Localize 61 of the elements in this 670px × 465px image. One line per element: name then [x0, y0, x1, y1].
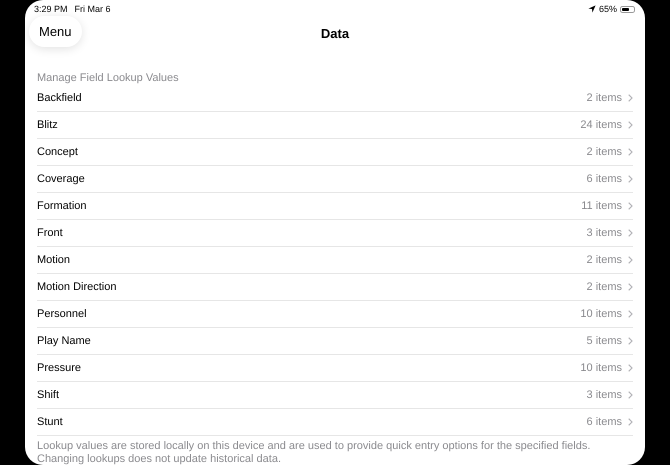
row-label: Motion: [37, 254, 70, 266]
item-count: 6 items: [586, 173, 622, 185]
chevron-icon: [628, 283, 633, 291]
row-label: Shift: [37, 389, 60, 401]
chevron-icon: [628, 229, 633, 237]
lookup-row[interactable]: Shift 3 items: [37, 382, 633, 409]
row-label: Formation: [37, 200, 87, 212]
item-count: 3 items: [586, 227, 622, 239]
item-count: 3 items: [586, 389, 622, 401]
lookup-row[interactable]: Front 3 items: [37, 220, 633, 247]
time: 3:29 PM: [34, 4, 68, 14]
item-count: 11 items: [581, 200, 622, 212]
row-label: Motion Direction: [37, 281, 116, 293]
location-icon: [588, 5, 596, 13]
row-label: Concept: [37, 146, 78, 158]
lookup-row[interactable]: Concept 2 items: [37, 139, 633, 166]
chevron-icon: [628, 418, 633, 426]
lookup-row[interactable]: Motion Direction 2 items: [37, 274, 633, 301]
row-label: Pressure: [37, 362, 82, 374]
row-label: Blitz: [37, 119, 58, 131]
battery-percentage: 65%: [598, 4, 617, 14]
item-count: 2 items: [586, 146, 622, 158]
item-count: 2 items: [586, 92, 622, 104]
item-count: 2 items: [586, 254, 622, 266]
chevron-icon: [628, 121, 633, 129]
chevron-icon: [628, 310, 633, 318]
lookup-row[interactable]: Formation 11 items: [37, 193, 633, 220]
item-count: 10 items: [580, 362, 622, 374]
chevron-icon: [628, 94, 633, 102]
lookup-row[interactable]: Coverage 6 items: [37, 166, 633, 193]
row-label: Play Name: [37, 335, 91, 347]
lookup-row[interactable]: Stunt 6 items: [37, 409, 633, 436]
item-count: 24 items: [580, 119, 622, 131]
page-title: Data: [320, 26, 350, 40]
item-count: 6 items: [586, 416, 622, 428]
row-label: Coverage: [37, 173, 85, 185]
lookup-row[interactable]: Personnel 10 items: [37, 301, 633, 328]
item-count: 10 items: [580, 308, 622, 320]
menu-button[interactable]: Menu: [29, 16, 82, 47]
item-count: 2 items: [586, 281, 622, 293]
battery-icon: [620, 6, 635, 12]
chevron-icon: [628, 148, 633, 156]
chevron-icon: [628, 337, 633, 345]
row-label: Personnel: [37, 308, 87, 320]
chevron-icon: [628, 202, 633, 210]
row-label: Stunt: [37, 416, 63, 428]
lookup-row[interactable]: Motion 2 items: [37, 247, 633, 274]
section-header: Manage Field Lookup Values: [37, 72, 180, 84]
lookup-row[interactable]: Backfield 2 items: [37, 85, 633, 112]
lookup-row[interactable]: Play Name 5 items: [37, 328, 633, 355]
item-count: 5 items: [586, 335, 622, 347]
row-label: Front: [37, 227, 63, 239]
chevron-icon: [628, 256, 633, 264]
footer-note: Lookup values are stored locally on this device and are used to provide quick entry options for the specified fields. Changing lookups does not update historical data.: [37, 440, 592, 465]
chevron-icon: [628, 391, 633, 399]
chevron-icon: [628, 364, 633, 372]
lookup-row[interactable]: Pressure 10 items: [37, 355, 633, 382]
lookup-row[interactable]: Blitz 24 items: [37, 112, 633, 139]
row-label: Backfield: [37, 92, 82, 104]
chevron-icon: [628, 175, 633, 183]
date: Fri Mar 6: [74, 4, 111, 14]
